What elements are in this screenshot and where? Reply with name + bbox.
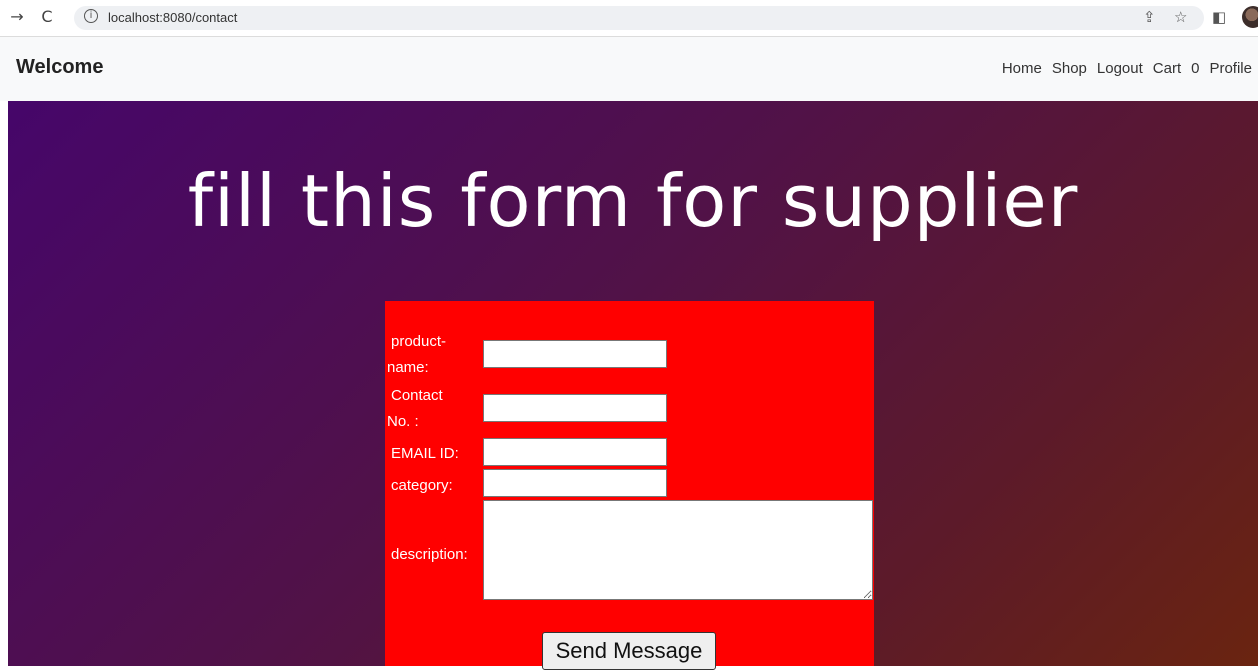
description-textarea[interactable] (483, 500, 873, 600)
send-message-button[interactable]: Send Message (542, 632, 716, 670)
contact-label-line1: Contact (391, 387, 443, 404)
address-url[interactable]: localhost:8080/contact (108, 10, 237, 25)
email-label: EMAIL ID: (391, 445, 459, 462)
product-name-label-line1: product- (391, 333, 447, 350)
description-label: description: (391, 546, 468, 563)
email-input[interactable] (483, 438, 667, 466)
forward-icon[interactable]: → (6, 6, 28, 28)
contact-number-input[interactable] (483, 394, 667, 422)
contact-label-line2: No. : (387, 413, 419, 430)
address-bar[interactable] (74, 6, 1204, 30)
nav-link-logout[interactable]: Logout (1097, 60, 1143, 77)
nav-link-cart[interactable]: Cart (1153, 60, 1181, 77)
category-label: category: (391, 477, 453, 494)
nav-link-home[interactable]: Home (1002, 60, 1042, 77)
share-icon[interactable]: ⇪ (1143, 6, 1156, 28)
product-name-input[interactable] (483, 340, 667, 368)
side-panel-icon[interactable]: ◧ (1212, 6, 1226, 28)
browser-toolbar: → C i localhost:8080/contact ⇪ ☆ ◧ (0, 0, 1258, 37)
product-name-label-line2: name: (387, 359, 429, 376)
nav-link-shop[interactable]: Shop (1052, 60, 1087, 77)
profile-avatar[interactable] (1242, 6, 1258, 28)
navbar-brand[interactable]: Welcome (16, 56, 103, 79)
info-icon[interactable]: i (84, 9, 98, 23)
nav-links: Home Shop Logout Cart 0 Profile (1002, 60, 1252, 77)
bookmark-star-icon[interactable]: ☆ (1174, 6, 1187, 28)
reload-icon[interactable]: C (36, 6, 58, 28)
site-navbar: Welcome Home Shop Logout Cart 0 Profile (0, 37, 1258, 101)
cart-count[interactable]: 0 (1191, 60, 1199, 77)
supplier-form: product- name: Contact No. : EMAIL ID: c… (385, 301, 874, 670)
page-title: fill this form for supplier (187, 159, 1079, 243)
nav-link-profile[interactable]: Profile (1209, 60, 1252, 77)
category-input[interactable] (483, 469, 667, 497)
